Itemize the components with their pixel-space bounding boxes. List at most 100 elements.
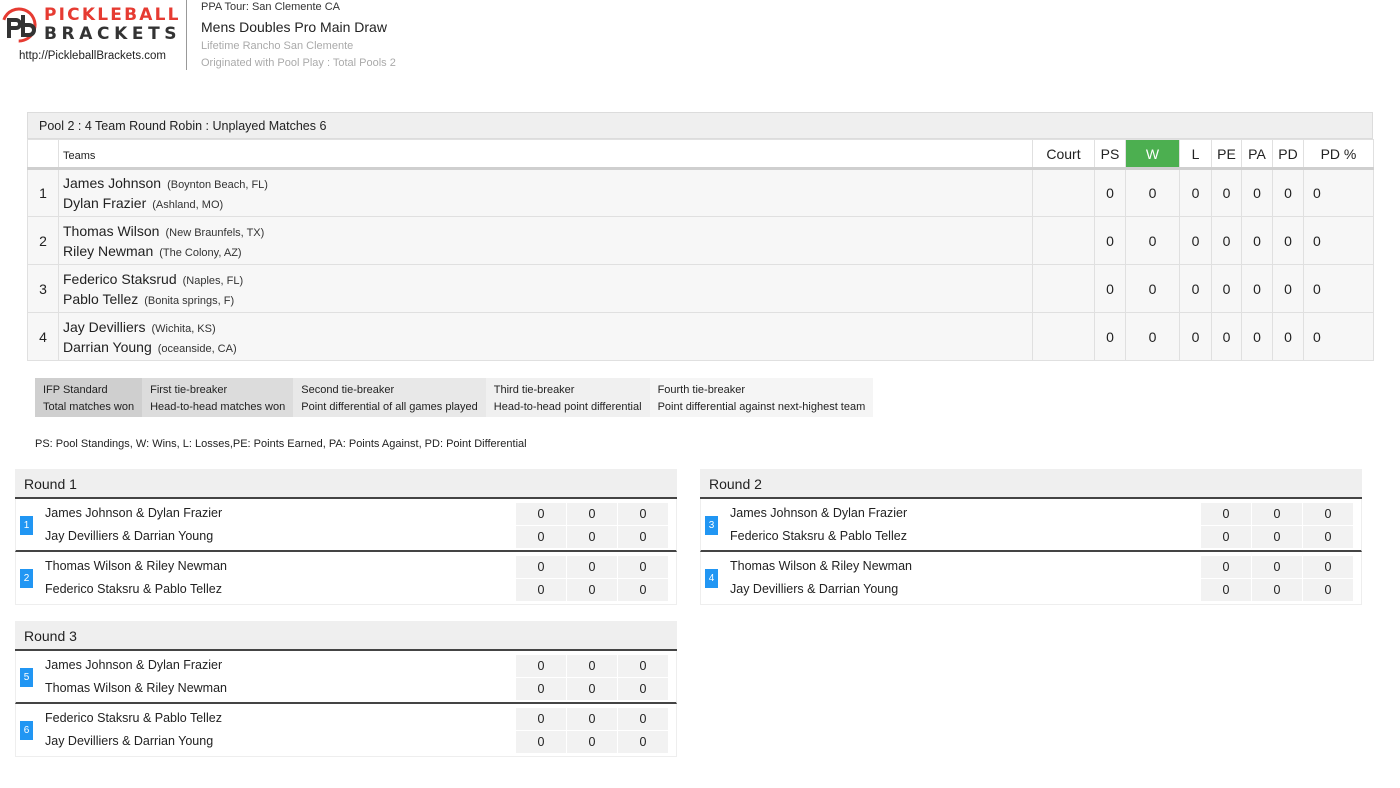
pa-cell: 0	[1241, 312, 1273, 361]
tiebreaker-value: Head-to-head matches won	[150, 400, 286, 413]
player-name[interactable]: Thomas Wilson	[63, 223, 159, 239]
match-row[interactable]: 5 James Johnson & Dylan Frazier Thomas W…	[15, 651, 677, 704]
team-1-scores: 0 0 0	[1201, 556, 1353, 578]
game-score: 0	[618, 556, 668, 578]
team-cell: Thomas Wilson (New Braunfels, TX) Riley N…	[58, 216, 1033, 265]
pool-standings: Pool 2 : 4 Team Round Robin : Unplayed M…	[27, 112, 1374, 361]
game-score: 0	[1201, 579, 1251, 601]
match-team-2: Thomas Wilson & Riley Newman	[45, 681, 227, 695]
team-2-scores: 0 0 0	[1201, 526, 1353, 548]
game-score: 0	[516, 503, 566, 525]
game-score: 0	[1303, 503, 1353, 525]
player-name[interactable]: Darrian Young	[63, 339, 152, 355]
player-location: (Boynton Beach, FL)	[167, 179, 268, 191]
player-location: (New Braunfels, TX)	[165, 226, 265, 239]
match-team-1: James Johnson & Dylan Frazier	[45, 506, 223, 520]
game-score: 0	[1201, 556, 1251, 578]
game-score: 0	[567, 526, 617, 548]
match-team-1: James Johnson & Dylan Frazier	[730, 506, 908, 520]
game-score: 0	[1201, 503, 1251, 525]
tiebreaker-value: Point differential against next-highest …	[657, 400, 866, 413]
game-score: 0	[1201, 526, 1251, 548]
wins-header: W	[1125, 139, 1180, 170]
wins-cell: 0	[1125, 216, 1180, 265]
standings-table: Teams Court PS W L PE PA PD PD % 1 James…	[27, 139, 1374, 361]
header-divider	[186, 0, 187, 70]
match-row[interactable]: 1 James Johnson & Dylan Frazier Jay Devi…	[15, 499, 677, 552]
player-location: (oceanside, CA)	[157, 342, 237, 355]
teams-header: Teams	[58, 139, 1033, 170]
game-score: 0	[618, 678, 668, 700]
match-row[interactable]: 3 James Johnson & Dylan Frazier Federico…	[700, 499, 1362, 552]
pd-percent-cell: 0	[1303, 216, 1374, 265]
pe-cell: 0	[1211, 168, 1242, 217]
pd-percent-header: PD %	[1303, 139, 1374, 170]
team-1-scores: 0 0 0	[516, 708, 668, 730]
team-2-scores: 0 0 0	[516, 731, 668, 753]
game-score: 0	[516, 556, 566, 578]
table-row: 1 James Johnson (Boynton Beach, FL) Dylan…	[27, 168, 1374, 217]
team-rank: 1	[27, 168, 59, 217]
match-row[interactable]: 2 Thomas Wilson & Riley Newman Federico …	[15, 552, 677, 605]
team-2-scores: 0 0 0	[1201, 579, 1353, 601]
game-score: 0	[1252, 579, 1302, 601]
game-score: 0	[1303, 526, 1353, 548]
team-cell: James Johnson (Boynton Beach, FL) Dylan F…	[58, 168, 1033, 217]
pd-header: PD	[1272, 139, 1304, 170]
player-name[interactable]: Jay Devilliers	[63, 319, 145, 335]
event-title: Mens Doubles Pro Main Draw	[201, 19, 387, 35]
team-1-scores: 0 0 0	[516, 556, 668, 578]
team-2-scores: 0 0 0	[516, 579, 668, 601]
player-location: (The Colony, AZ)	[159, 246, 242, 259]
match-number-badge: 1	[20, 516, 33, 535]
tiebreaker-label: Third tie-breaker	[493, 384, 575, 396]
pd-percent-cell: 0	[1303, 264, 1374, 313]
game-score: 0	[1252, 526, 1302, 548]
match-team-2: Jay Devilliers & Darrian Young	[45, 734, 214, 748]
game-score: 0	[1252, 556, 1302, 578]
game-score: 0	[1303, 579, 1353, 601]
game-score: 0	[618, 579, 668, 601]
site-logo[interactable]: PICKLEBALL BRACKETS http://PickleballBra…	[0, 2, 186, 70]
game-score: 0	[567, 579, 617, 601]
game-score: 0	[516, 579, 566, 601]
match-number-badge: 2	[20, 569, 33, 588]
match-number-badge: 4	[705, 569, 718, 588]
game-score: 0	[1303, 556, 1353, 578]
pd-percent-cell: 0	[1303, 312, 1374, 361]
match-team-1: Thomas Wilson & Riley Newman	[45, 559, 227, 573]
player-location: (Ashland, MO)	[152, 199, 224, 211]
player-name[interactable]: James Johnson	[63, 175, 161, 191]
round-3-card: Round 3 5 James Johnson & Dylan Frazier …	[15, 621, 677, 757]
match-number-badge: 5	[20, 668, 33, 687]
court-cell	[1032, 312, 1095, 361]
round-title: Round 3	[15, 621, 677, 651]
tiebreaker-label: First tie-breaker	[150, 384, 228, 396]
tiebreaker-item: IFP Standard Total matches won	[35, 378, 143, 417]
player-name[interactable]: Federico Staksrud	[63, 271, 177, 287]
player-name[interactable]: Riley Newman	[63, 243, 153, 259]
standings-header-row: Teams Court PS W L PE PA PD PD %	[27, 139, 1374, 170]
match-row[interactable]: 6 Federico Staksru & Pablo Tellez Jay De…	[15, 704, 677, 757]
game-score: 0	[516, 731, 566, 753]
player-name[interactable]: Dylan Frazier	[63, 195, 146, 211]
tiebreaker-label: IFP Standard	[43, 384, 108, 396]
tiebreaker-value: Total matches won	[43, 400, 135, 413]
match-number-badge: 6	[20, 721, 33, 740]
ps-header: PS	[1094, 139, 1126, 170]
pe-cell: 0	[1211, 216, 1242, 265]
game-score: 0	[618, 708, 668, 730]
logo-text-top: PICKLEBALL	[44, 5, 181, 25]
table-row: 4 Jay Devilliers (Wichita, KS) Darrian Yo…	[27, 312, 1374, 361]
game-score: 0	[567, 655, 617, 677]
player-name[interactable]: Pablo Tellez	[63, 291, 138, 307]
wins-cell: 0	[1125, 312, 1180, 361]
match-row[interactable]: 4 Thomas Wilson & Riley Newman Jay Devil…	[700, 552, 1362, 605]
wins-cell: 0	[1125, 264, 1180, 313]
game-score: 0	[618, 503, 668, 525]
team-rank: 2	[27, 216, 59, 265]
court-cell	[1032, 264, 1095, 313]
logo-url-link[interactable]: http://PickleballBrackets.com	[19, 50, 166, 62]
pd-cell: 0	[1272, 264, 1304, 313]
game-score: 0	[618, 731, 668, 753]
